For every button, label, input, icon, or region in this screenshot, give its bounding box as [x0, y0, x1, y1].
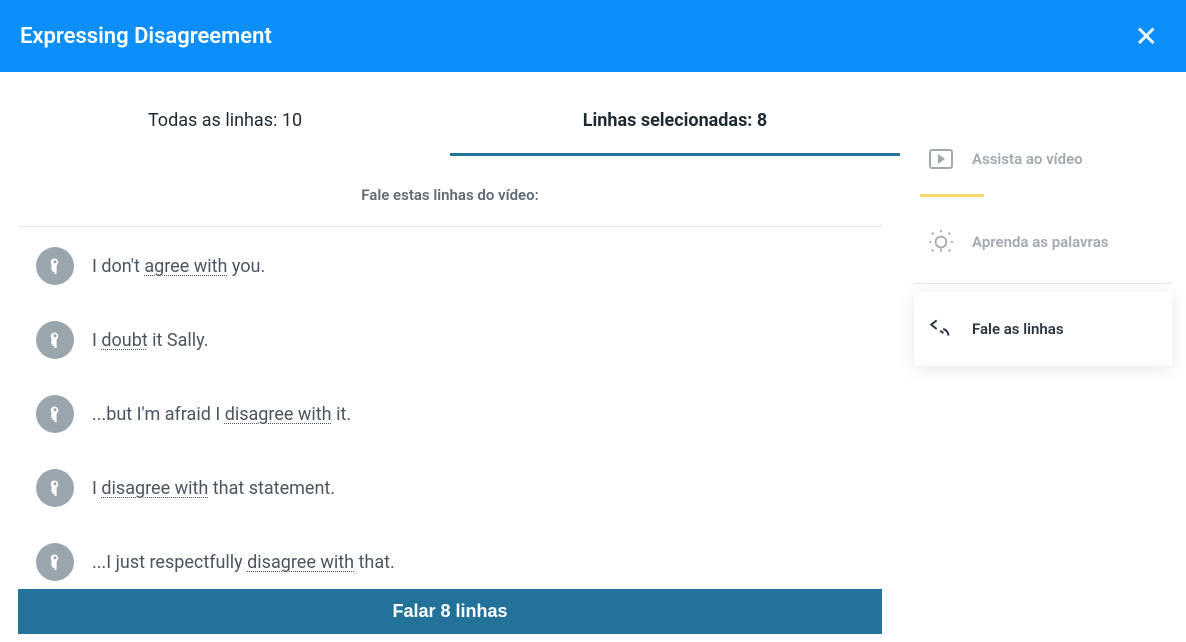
lightbulb-icon — [928, 229, 954, 255]
sidebar-item-watch-video[interactable]: Assista ao vídeo — [914, 122, 1172, 196]
line-text: ...I just respectfully disagree with tha… — [92, 552, 395, 573]
tab-selected-lines[interactable]: Linhas selecionadas: 8 — [450, 110, 900, 156]
text-segment: it Sally. — [148, 330, 209, 351]
close-icon: ✕ — [1135, 21, 1158, 52]
keyword[interactable]: disagree with — [101, 478, 208, 499]
sidebar-item-label: Fale as linhas — [972, 320, 1064, 338]
sidebar-item-speak-lines[interactable]: Fale as linhas — [914, 292, 1172, 366]
instruction-text: Fale estas linhas do vídeo: — [0, 186, 900, 204]
left-column: Todas as linhas: 10 Linhas selecionadas:… — [0, 72, 900, 642]
text-segment: that statement. — [208, 478, 335, 499]
text-segment: you. — [227, 256, 265, 277]
sidebar-underline — [920, 194, 984, 197]
speak-lines-icon — [928, 316, 954, 342]
key-icon[interactable] — [36, 321, 74, 359]
line-text: I don't agree with you. — [92, 256, 265, 277]
key-icon[interactable] — [36, 395, 74, 433]
key-icon[interactable] — [36, 469, 74, 507]
text-segment: I — [92, 330, 101, 351]
text-segment: ...I just respectfully — [92, 552, 247, 573]
line-row: I doubt it Sally. — [36, 321, 894, 359]
sidebar-divider — [914, 283, 1172, 284]
sidebar-item-label: Aprenda as palavras — [972, 233, 1108, 251]
sidebar-item-label: Assista ao vídeo — [972, 150, 1083, 168]
line-row: ...I just respectfully disagree with tha… — [36, 543, 894, 581]
keyword[interactable]: disagree with — [225, 404, 332, 425]
play-video-icon — [928, 146, 954, 172]
close-button[interactable]: ✕ — [1127, 20, 1166, 53]
tabs-bar: Todas as linhas: 10 Linhas selecionadas:… — [0, 72, 900, 156]
text-segment: I don't — [92, 256, 144, 277]
text-segment: that. — [354, 552, 395, 573]
modal-title: Expressing Disagreement — [20, 24, 272, 49]
line-text: ...but I'm afraid I disagree with it. — [92, 404, 351, 425]
modal-header: Expressing Disagreement ✕ — [0, 0, 1186, 72]
line-row: I disagree with that statement. — [36, 469, 894, 507]
line-row: I don't agree with you. — [36, 247, 894, 285]
sidebar-item-learn-words[interactable]: Aprenda as palavras — [914, 205, 1172, 279]
text-segment: ...but I'm afraid I — [92, 404, 225, 425]
key-icon[interactable] — [36, 247, 74, 285]
keyword[interactable]: doubt — [101, 330, 147, 351]
speak-lines-button[interactable]: Falar 8 linhas — [18, 589, 882, 634]
keyword[interactable]: disagree with — [247, 552, 354, 573]
keyword[interactable]: agree with — [144, 256, 227, 277]
main-content: Todas as linhas: 10 Linhas selecionadas:… — [0, 72, 1186, 642]
line-row: ...but I'm afraid I disagree with it. — [36, 395, 894, 433]
lines-list[interactable]: I don't agree with you. I doubt it Sally.… — [18, 227, 900, 589]
line-text: I disagree with that statement. — [92, 478, 335, 499]
right-column: Assista ao vídeo Aprenda as palavras — [900, 72, 1186, 642]
line-text: I doubt it Sally. — [92, 330, 208, 351]
text-segment: it. — [332, 404, 351, 425]
text-segment: I — [92, 478, 101, 499]
key-icon[interactable] — [36, 543, 74, 581]
tab-all-lines[interactable]: Todas as linhas: 10 — [0, 110, 450, 156]
